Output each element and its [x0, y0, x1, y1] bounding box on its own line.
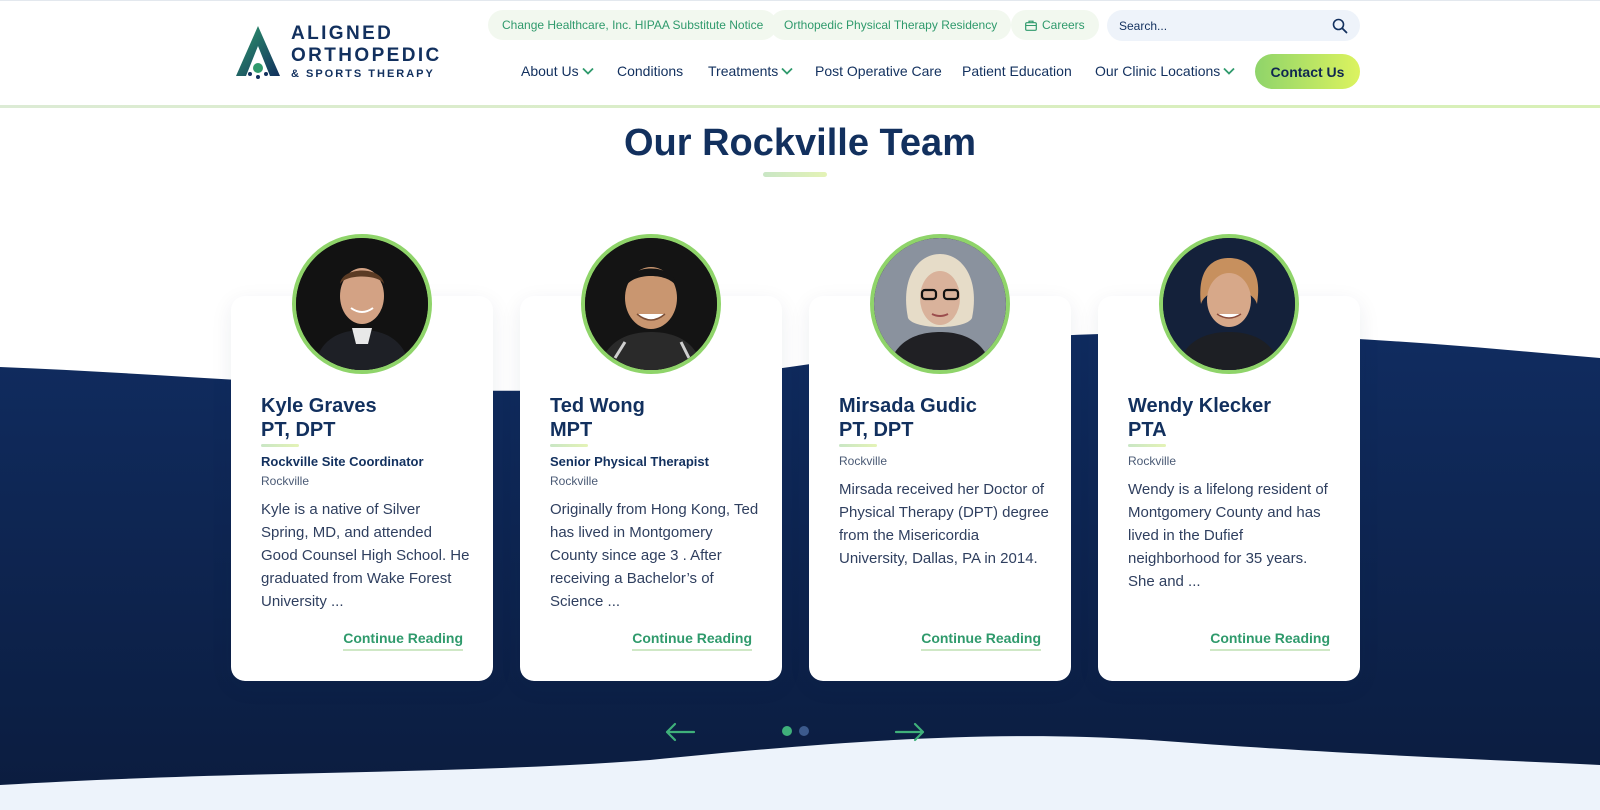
residency-link[interactable]: Orthopedic Physical Therapy Residency: [770, 10, 1012, 40]
member-name: Wendy Klecker PTA: [1128, 394, 1271, 442]
member-name-text: Kyle Graves: [261, 395, 377, 417]
name-underline: [550, 444, 588, 447]
nav-about-us-label: About Us: [521, 63, 579, 79]
logo-line-sports-therapy: & SPORTS THERAPY: [291, 68, 435, 80]
nav-conditions[interactable]: Conditions: [617, 63, 683, 79]
avatar-kyle-graves: [292, 234, 432, 374]
nav-clinic-locations[interactable]: Our Clinic Locations: [1095, 63, 1235, 79]
avatar-mirsada-gudic: [870, 234, 1010, 374]
team-card-kyle-graves: Kyle Graves PT, DPT Rockville Site Coord…: [231, 234, 493, 681]
nav-treatments-label: Treatments: [708, 63, 779, 79]
member-name-text: Ted Wong: [550, 395, 645, 417]
team-card-ted-wong: Ted Wong MPT Senior Physical Therapist R…: [520, 234, 782, 681]
search-icon[interactable]: [1332, 18, 1348, 34]
continue-reading-link[interactable]: Continue Reading: [632, 630, 752, 651]
careers-label: Careers: [1042, 18, 1085, 32]
arrow-left-icon[interactable]: [664, 720, 696, 744]
title-underline: [763, 172, 827, 177]
nav-patient-education[interactable]: Patient Education: [962, 63, 1072, 79]
member-credential: MPT: [550, 419, 593, 441]
member-name: Kyle Graves PT, DPT: [261, 394, 377, 442]
chevron-down-icon: [1223, 67, 1235, 75]
nav-conditions-label: Conditions: [617, 63, 684, 79]
member-role: Senior Physical Therapist: [550, 454, 709, 469]
careers-link[interactable]: Careers: [1011, 10, 1099, 40]
member-bio: Originally from Hong Kong, Ted has lived…: [550, 501, 759, 610]
nav-clinic-locations-label: Our Clinic Locations: [1095, 63, 1221, 79]
avatar-wendy-klecker: [1159, 234, 1299, 374]
member-credential: PT, DPT: [839, 419, 914, 441]
member-location: Rockville: [1128, 454, 1177, 468]
member-name: Ted Wong MPT: [550, 394, 645, 442]
chevron-down-icon: [581, 67, 594, 75]
member-name-text: Mirsada Gudic: [839, 395, 977, 417]
member-location: Rockville: [261, 474, 310, 488]
continue-reading-link[interactable]: Continue Reading: [1210, 630, 1330, 651]
member-credential: PT, DPT: [261, 419, 336, 441]
hipaa-notice-link[interactable]: Change Healthcare, Inc. HIPAA Substitute…: [488, 10, 778, 40]
nav-post-operative-care[interactable]: Post Operative Care: [815, 63, 942, 79]
team-card-mirsada-gudic: Mirsada Gudic PT, DPT Rockville Mirsada …: [809, 234, 1071, 681]
name-underline: [261, 444, 299, 447]
slider-dot-2[interactable]: [799, 726, 809, 736]
residency-label: Orthopedic Physical Therapy Residency: [784, 18, 998, 32]
aligned-a-logo-icon: [233, 24, 283, 80]
member-name: Mirsada Gudic PT, DPT: [839, 394, 977, 442]
header-divider: [0, 105, 1600, 108]
arrow-right-icon[interactable]: [894, 720, 926, 744]
member-role: Rockville Site Coordinator: [261, 454, 424, 469]
name-underline: [1128, 444, 1166, 447]
section-title: Our Rockville Team: [624, 122, 976, 164]
nav-treatments[interactable]: Treatments: [708, 63, 793, 79]
member-location: Rockville: [550, 474, 599, 488]
search-input[interactable]: [1119, 18, 1332, 33]
team-card-wendy-klecker: Wendy Klecker PTA Rockville Wendy is a l…: [1098, 234, 1360, 681]
member-credential: PTA: [1128, 419, 1167, 441]
nav-post-operative-care-label: Post Operative Care: [815, 63, 942, 79]
member-bio: Wendy is a lifelong resident of Montgome…: [1128, 481, 1328, 590]
hipaa-notice-label: Change Healthcare, Inc. HIPAA Substitute…: [502, 18, 764, 32]
continue-reading-link[interactable]: Continue Reading: [343, 630, 463, 651]
chevron-down-icon: [781, 67, 793, 75]
member-bio: Kyle is a native of Silver Spring, MD, a…: [261, 501, 470, 610]
nav-about-us[interactable]: About Us: [521, 63, 594, 79]
briefcase-icon: [1025, 20, 1037, 31]
avatar-ted-wong: [581, 234, 721, 374]
member-bio: Mirsada received her Doctor of Physical …: [839, 481, 1049, 567]
site-logo[interactable]: ALIGNED ORTHOPEDIC & SPORTS THERAPY: [233, 23, 439, 81]
name-underline: [839, 444, 877, 447]
member-location: Rockville: [839, 454, 888, 468]
member-name-text: Wendy Klecker: [1128, 395, 1272, 417]
contact-us-button[interactable]: Contact Us: [1255, 54, 1360, 89]
logo-line-orthopedic: ORTHOPEDIC: [291, 45, 442, 66]
slider-dot-1[interactable]: [782, 726, 792, 736]
continue-reading-link[interactable]: Continue Reading: [921, 630, 1041, 651]
nav-patient-education-label: Patient Education: [962, 63, 1072, 79]
search-box: [1107, 10, 1360, 41]
logo-line-aligned: ALIGNED: [291, 23, 394, 44]
site-header: ALIGNED ORTHOPEDIC & SPORTS THERAPY Chan…: [0, 0, 1600, 108]
